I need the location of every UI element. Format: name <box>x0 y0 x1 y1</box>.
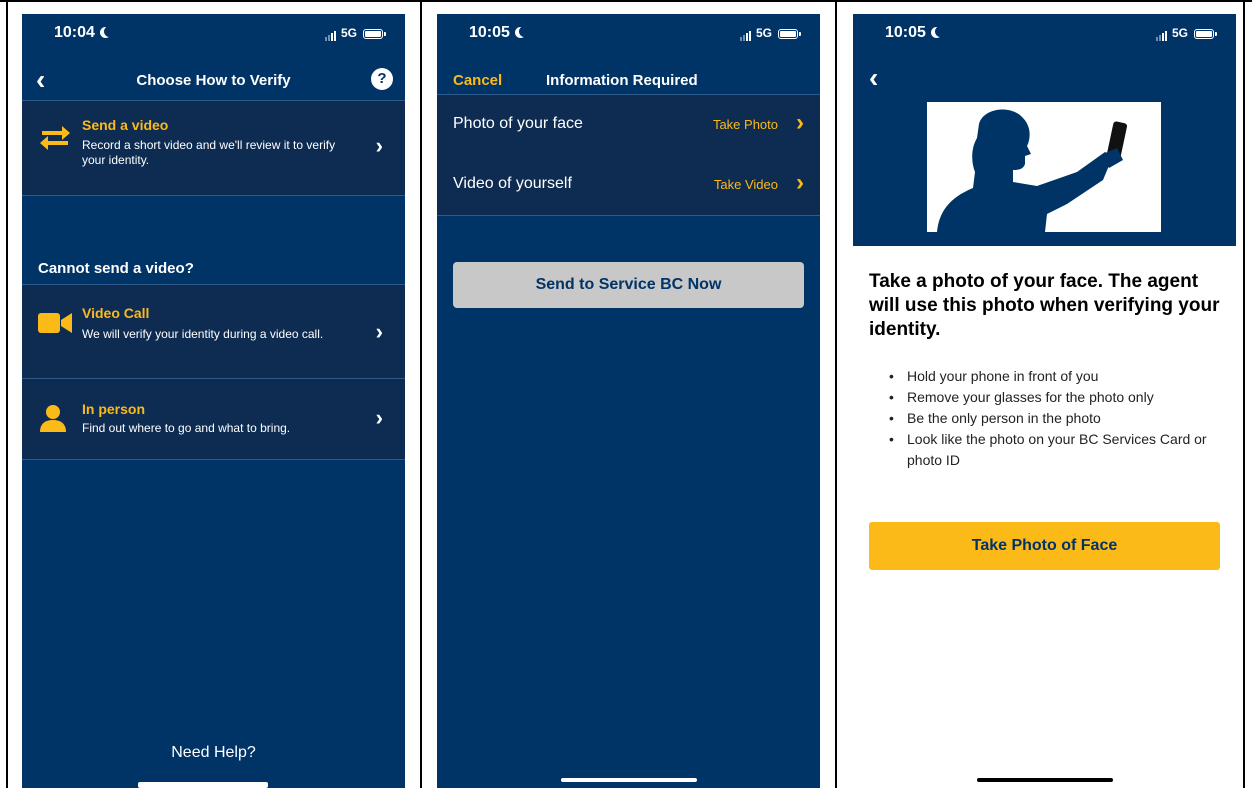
photo-face-row[interactable]: Photo of your face Take Photo › <box>437 94 820 156</box>
list-item: Be the only person in the photo <box>889 408 1220 429</box>
network-label: 5G <box>1171 26 1188 40</box>
option-description: We will verify your identity during a vi… <box>82 327 324 341</box>
nav-bar: ‹ Choose How to Verify ? <box>22 66 405 100</box>
list-item: Look like the photo on your BC Services … <box>889 429 1220 471</box>
cancel-button[interactable]: Cancel <box>453 72 502 89</box>
chevron-left-icon[interactable]: ‹ <box>869 64 878 92</box>
option-video-call[interactable]: Video Call We will verify your identity … <box>22 284 405 380</box>
moon-icon <box>931 27 942 38</box>
video-yourself-row[interactable]: Video of yourself Take Video › <box>437 155 820 216</box>
option-description: Record a short video and we'll review it… <box>82 138 336 167</box>
option-title: Send a video <box>82 117 169 133</box>
list-item: Hold your phone in front of you <box>889 366 1220 387</box>
home-indicator <box>561 778 697 782</box>
list-item: Remove your glasses for the photo only <box>889 387 1220 408</box>
status-time: 10:04 <box>54 24 95 41</box>
signal-icon <box>324 27 337 41</box>
frame-divider <box>835 0 837 788</box>
option-send-video[interactable]: Send a video Record a short video and we… <box>22 100 405 196</box>
instruction-heading: Take a photo of your face. The agent wil… <box>869 271 1220 340</box>
video-camera-icon <box>38 313 72 333</box>
home-indicator <box>977 778 1113 782</box>
battery-icon <box>1194 29 1217 39</box>
chevron-right-icon: › <box>796 169 804 196</box>
swap-arrows-icon <box>40 126 70 150</box>
person-icon <box>40 405 66 432</box>
option-description: Find out where to go and what to bring. <box>82 421 291 435</box>
moon-icon <box>515 27 526 38</box>
section-heading: Cannot send a video? <box>38 260 194 277</box>
row-label: Video of yourself <box>453 175 572 192</box>
signal-icon <box>1155 27 1168 41</box>
signal-icon <box>739 27 752 41</box>
option-title: Video Call <box>82 305 150 321</box>
header-area: 10:05 5G ‹ <box>853 14 1236 246</box>
chevron-right-icon: › <box>375 319 383 344</box>
instruction-list: Hold your phone in front of you Remove y… <box>889 366 1220 471</box>
person-selfie-icon <box>937 109 1128 232</box>
status-bar: 10:05 5G <box>437 14 820 52</box>
option-in-person[interactable]: In person Find out where to go and what … <box>22 378 405 460</box>
network-label: 5G <box>340 26 357 40</box>
battery-icon <box>778 29 801 39</box>
take-photo-link[interactable]: Take Photo <box>713 117 778 132</box>
screen-take-photo: 10:05 5G ‹ Take a photo of your face. Th… <box>853 14 1236 788</box>
top-border <box>0 0 1252 2</box>
chevron-right-icon: › <box>375 405 383 430</box>
need-help-link[interactable]: Need Help? <box>22 744 405 762</box>
row-label: Photo of your face <box>453 115 583 132</box>
page-title: Choose How to Verify <box>136 72 291 89</box>
network-label: 5G <box>755 26 772 40</box>
chevron-right-icon: › <box>375 133 383 158</box>
screen-information-required: 10:05 5G Cancel Information Required Pho… <box>437 14 820 788</box>
chevron-right-icon: › <box>796 109 804 136</box>
home-indicator <box>138 782 268 788</box>
help-circle-icon[interactable]: ? <box>371 68 393 90</box>
send-to-service-bc-button[interactable]: Send to Service BC Now <box>453 262 804 308</box>
take-photo-button[interactable]: Take Photo of Face <box>869 522 1220 570</box>
page-title: Information Required <box>546 72 698 89</box>
screen-choose-verify: 10:04 5G ‹ Choose How to Verify ? Send a… <box>22 14 405 788</box>
status-bar: 10:04 5G <box>22 14 405 52</box>
frame-divider <box>6 0 8 788</box>
battery-icon <box>363 29 386 39</box>
take-video-link[interactable]: Take Video <box>714 177 778 192</box>
frame-divider <box>1243 0 1245 788</box>
frame-divider <box>420 0 422 788</box>
status-bar: 10:05 5G <box>853 14 1236 52</box>
status-time: 10:05 <box>885 24 926 41</box>
moon-icon <box>100 27 111 38</box>
selfie-illustration <box>927 102 1161 232</box>
option-title: In person <box>82 401 146 417</box>
status-time: 10:05 <box>469 24 510 41</box>
